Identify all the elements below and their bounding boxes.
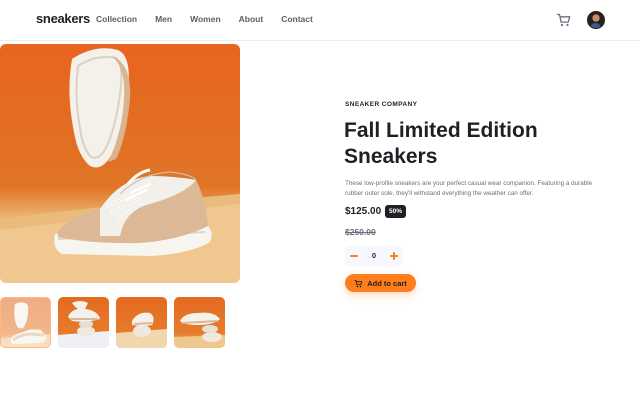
- nav-about[interactable]: About: [239, 14, 264, 24]
- quantity-value[interactable]: 0: [365, 246, 383, 266]
- cart-icon[interactable]: [556, 12, 572, 28]
- quantity-stepper: 0: [345, 246, 403, 266]
- nav-men[interactable]: Men: [155, 14, 172, 24]
- sneaker-photo: [0, 48, 240, 283]
- logo[interactable]: sneakers: [36, 11, 90, 26]
- current-price: $125.00: [345, 206, 382, 217]
- product-description: These low-profile sneakers are your perf…: [345, 180, 593, 197]
- discount-badge: 50%: [385, 205, 407, 218]
- company-label: SNEAKER COMPANY: [345, 101, 418, 108]
- thumbnail-1[interactable]: [0, 297, 51, 348]
- main-nav: Collection Men Women About Contact: [96, 14, 331, 24]
- thumbnail-3[interactable]: [116, 297, 167, 348]
- thumbnail-4[interactable]: [174, 297, 225, 348]
- thumbnail-strip: [0, 297, 225, 348]
- product-main-image[interactable]: [0, 44, 240, 283]
- cart-icon: [354, 279, 363, 287]
- avatar[interactable]: [587, 11, 605, 29]
- plus-icon[interactable]: [387, 246, 401, 266]
- thumbnail-2[interactable]: [58, 297, 109, 348]
- minus-icon[interactable]: [347, 246, 361, 266]
- site-header: sneakers Collection Men Women About Cont…: [0, 0, 640, 41]
- nav-collection[interactable]: Collection: [96, 14, 137, 24]
- product-title: Fall Limited Edition Sneakers: [344, 119, 538, 168]
- original-price: $250.00: [345, 227, 376, 237]
- nav-contact[interactable]: Contact: [281, 14, 313, 24]
- nav-women[interactable]: Women: [190, 14, 221, 24]
- add-to-cart-button[interactable]: Add to cart: [345, 274, 416, 292]
- add-to-cart-label: Add to cart: [367, 278, 407, 288]
